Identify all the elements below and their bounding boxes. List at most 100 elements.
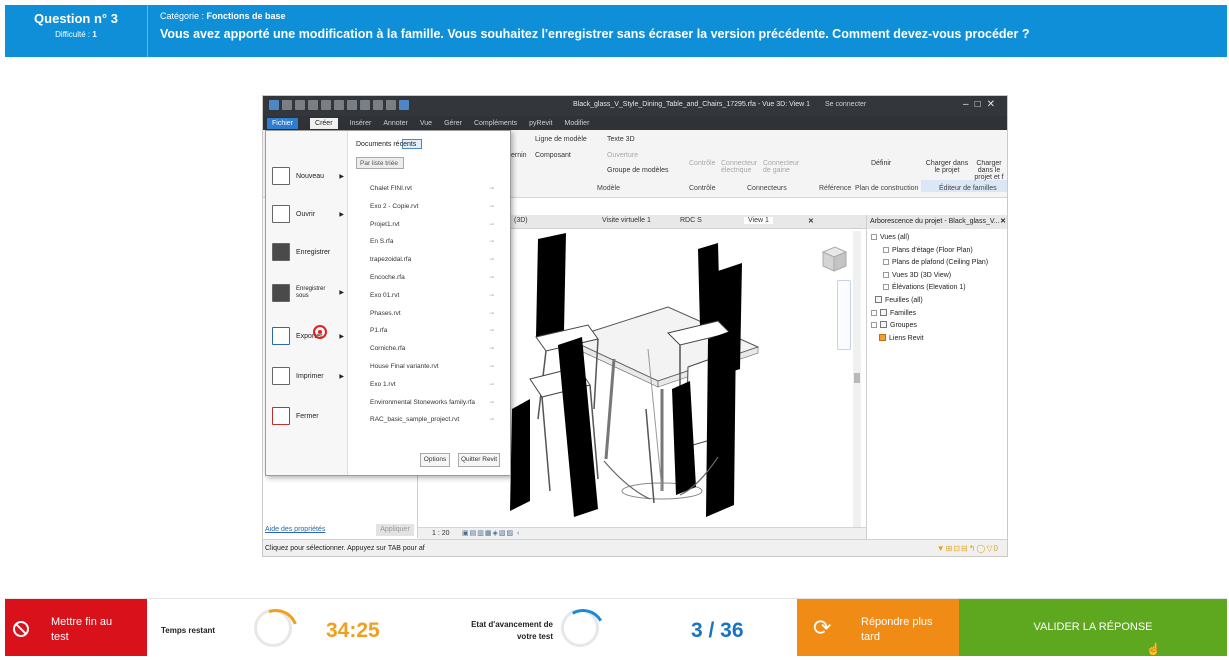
question-text: Vous avez apporté une modification à la … [160,27,1030,41]
window-title: Black_glass_V_Style_Dining_Table_and_Cha… [573,101,810,108]
progress-ring [561,609,599,647]
view-cube-icon [819,244,849,274]
file-menu-commands: Nouveau ▶ Ouvrir ▶ Enregistrer Enregistrer… [266,131,348,475]
tab-gerer: Gérer [444,119,462,127]
recent-file: En S.rfa ⊸ [370,238,494,246]
view-tab-walkthrough: Visite virtuelle 1 [602,217,651,224]
redo-icon [334,100,344,110]
cmd-exporter: Exporter ▶ [272,325,344,347]
quit-revit-button: Quitter Revit [458,453,500,467]
sync-icon [308,100,318,110]
end-test-button[interactable]: Mettre fin au test [5,599,147,656]
ribbon-define: Définir [871,160,892,167]
sign-in: Se connecter [825,101,867,108]
tree-item: Groupes [871,320,1005,333]
open-icon [282,100,292,110]
measure-icon [360,100,370,110]
recent-file: Chalet FINI.rvt ⊸ [370,185,494,192]
answer-later-button[interactable]: ⟳ Répondre plus tard [797,599,959,656]
tab-modifier: Modifier [564,119,590,127]
close-file-icon [272,407,290,425]
tree-item: Plans d'étage (Floor Plan) [871,245,1005,258]
recent-files-list: Chalet FINI.rvt ⊸ Exo 2 - Copie.rvt ⊸ Proj… [350,185,510,434]
close-view-icon: ✕ [808,218,814,225]
tab-pyrevit: pyRevit [529,119,553,127]
recent-documents: Documents récents Par liste triée Chalet… [350,131,510,475]
view-tab-view1: View 1 [744,217,773,224]
recent-file: Environmental Stoneworks family.rfa ⊸ [370,398,494,406]
file-menu: Nouveau ▶ Ouvrir ▶ Enregistrer Enregistrer… [265,130,511,476]
revit-titlebar: Black_glass_V_Style_Dining_Table_and_Cha… [263,96,1007,116]
progress-label: Etat d'avancement de votre test [471,620,553,641]
category: Catégorie : Fonctions de base [160,11,1029,21]
panel-family-editor: Éditeur de familles [939,185,997,192]
tab-inserer: Insérer [349,119,372,127]
tree-item: Plans de plafond (Ceiling Plan) [871,257,1005,270]
cmd-imprimer: Imprimer ▶ [272,365,344,387]
question-number: Question n° 3 [34,11,118,26]
window-controls: –□✕ [963,99,1001,110]
open-folder-icon [272,205,290,223]
view-scale: 1 : 20 [432,530,450,537]
ribbon-duct-connector: Connecteur de gaine [763,160,800,174]
export-icon [272,327,290,345]
timer-ring [254,609,292,647]
ribbon-load-into-project: Charger dans le projet [925,160,969,174]
ribbon-control: Contrôle [689,160,716,167]
recent-documents-label: Documents récents [356,141,417,148]
difficulty-value: 1 [92,30,97,39]
revit-screenshot: Black_glass_V_Style_Dining_Table_and_Cha… [262,95,1008,557]
ribbon-tabs: Fichier Créer Insérer Annoter Vue Gérer … [263,116,1007,130]
recent-file: trapezoidal.rfa ⊸ [370,256,494,264]
tab-creer: Créer [310,117,338,129]
cmd-fermer: Fermer [272,405,344,427]
project-browser-tree: Vues (all) Plans d'étage (Floor Plan) Pl… [867,229,1007,348]
view-tab-3d: (3D) [514,217,528,224]
category-value: Fonctions de base [206,11,286,21]
properties-help-link: Aide des propriétés [265,526,326,533]
hand-cursor-icon: ☝ [1146,642,1161,656]
tab-vue: Vue [419,119,433,127]
validate-answer-button[interactable]: VALIDER LA RÉPONSE [959,599,1227,656]
view-control-bar: 1 : 20 ▣▤▥▦◈▧▨ ‹ [418,527,866,539]
project-browser-title: Arborescence du projet - Black_glass_V..… [870,218,1000,225]
save-as-icon [272,284,290,302]
recent-file: Exo 01.rvt ⊸ [370,291,494,299]
cursor-target-icon [313,325,327,339]
time-remaining-value: 34:25 [326,619,380,642]
recent-file: Projet1.rvt ⊸ [370,220,494,228]
recent-file: P1.rfa ⊸ [370,327,494,335]
view-scrollbar [853,231,861,527]
recent-file: Exo 2 - Copie.rvt ⊸ [370,202,494,210]
time-remaining-label: Temps restant [161,626,216,635]
cmd-enregistrer: Enregistrer [272,241,344,263]
tree-item: Élévations (Elevation 1) [871,282,1005,295]
category-label: Catégorie : [160,11,205,21]
panel-reference: Référence [819,185,852,192]
recent-file: House Final variante.rvt ⊸ [370,362,494,370]
end-test-label: Mettre fin au test [51,616,113,643]
question-header: Question n° 3 Difficulté : 1 Catégorie :… [5,5,1227,57]
recent-file: Encoche.rfa ⊸ [370,273,494,281]
recent-file: Exo 1.rvt ⊸ [370,380,494,388]
tab-annoter: Annoter [383,119,408,127]
cmd-enregistrer-sous: Enregistrer sous ▶ [272,282,344,304]
project-browser: Arborescence du projet - Black_glass_V..… [866,215,1007,539]
cmd-nouveau: Nouveau ▶ [272,165,344,187]
progress-value: 3 / 36 [691,619,744,642]
3d-view-icon [386,100,396,110]
undo-icon [321,100,331,110]
panel-model: Modèle [597,185,620,192]
apply-button: Appliquer [376,524,414,536]
tree-item: Vues 3D (3D View) [871,270,1005,283]
status-text: Cliquez pour sélectionner. Appuyez sur T… [265,545,425,552]
ribbon-3d-text: Texte 3D [607,136,635,143]
ribbon-opening: Ouverture [607,152,639,159]
options-button: Options [420,453,450,467]
cmd-ouvrir: Ouvrir ▶ [272,203,344,225]
printer-icon [272,367,290,385]
panel-work-plane: Plan de construction [855,185,919,192]
ribbon-fragment: ernin [511,152,527,159]
switch-windows-icon [399,100,409,110]
ribbon-model-line: Ligne de modèle [535,136,587,143]
